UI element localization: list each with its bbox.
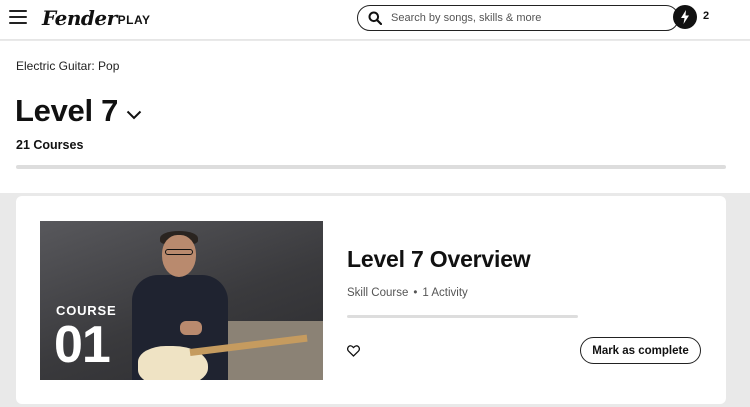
course-progress-bar	[347, 315, 578, 318]
menu-icon[interactable]	[9, 10, 27, 26]
course-thumbnail[interactable]: COURSE 01	[40, 221, 323, 380]
course-card[interactable]: COURSE 01 Level 7 Overview Skill Course •…	[16, 196, 726, 404]
search-bar[interactable]	[357, 5, 679, 31]
heart-icon[interactable]	[347, 345, 360, 357]
course-count: 21 Courses	[16, 138, 84, 152]
level-progress-bar	[16, 165, 726, 169]
meta-separator: •	[413, 287, 418, 299]
page-title: Level 7	[15, 93, 119, 128]
top-header: Fender PLAY 2	[0, 0, 750, 40]
level-selector[interactable]: Level 7	[15, 93, 142, 129]
level-header-panel: Electric Guitar: Pop Level 7 21 Courses	[0, 41, 750, 193]
search-icon	[368, 11, 382, 25]
course-title[interactable]: Level 7 Overview	[347, 246, 531, 273]
logo-play-text: PLAY	[117, 13, 151, 27]
course-meta: Skill Course • 1 Activity	[347, 287, 468, 299]
activity-count: 1 Activity	[422, 287, 468, 299]
breadcrumb[interactable]: Electric Guitar: Pop	[16, 59, 119, 73]
streak-count: 2	[703, 10, 710, 22]
mark-as-complete-button[interactable]: Mark as complete	[580, 337, 701, 364]
course-type: Skill Course	[347, 287, 409, 299]
search-input[interactable]	[391, 12, 651, 24]
thumbnail-course-number: 01	[54, 316, 111, 374]
chevron-down-icon[interactable]	[126, 110, 142, 120]
logo-script-text: Fender	[42, 6, 117, 30]
fender-play-logo[interactable]: Fender PLAY	[42, 6, 151, 30]
lightning-bolt-icon[interactable]	[673, 5, 697, 29]
